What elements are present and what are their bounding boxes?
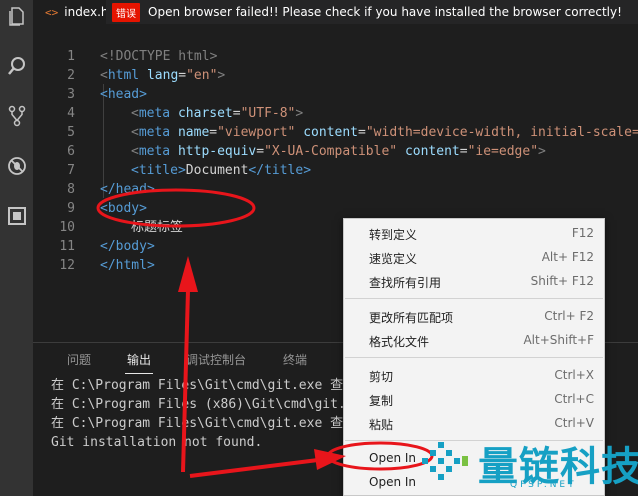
code-line: 6 <meta http-equiv="X-UA-Compatible" cont… — [67, 144, 546, 159]
tab-terminal[interactable]: 终端 — [283, 351, 307, 368]
debug-icon[interactable] — [0, 150, 33, 182]
output-line: 在 C:\Program Files\Git\cmd\git.exe 查 — [51, 378, 344, 393]
files-icon[interactable] — [0, 0, 33, 32]
menu-item-peek-definition[interactable]: 速览定义 Alt+ F12 — [344, 247, 604, 269]
code-line: 3 <head> — [67, 87, 147, 102]
activity-bar — [0, 0, 33, 496]
code-line: 5 <meta name="viewport" content="width=de… — [67, 125, 638, 140]
menu-separator — [345, 298, 603, 299]
code-line: 8 </head> — [67, 182, 155, 197]
code-line: 1 <!DOCTYPE html> — [67, 49, 218, 64]
menu-item-go-to-definition[interactable]: 转到定义 F12 — [344, 223, 604, 245]
code-line: 2 <html lang="en"> — [67, 68, 226, 83]
menu-item-change-all-occurrences[interactable]: 更改所有匹配项 Ctrl+ F2 — [344, 306, 604, 328]
error-message: Open browser failed!! Please check if yo… — [148, 5, 622, 19]
watermark-logo: 量链科技 QFSP.NET — [418, 434, 638, 496]
error-notification: 错误 Open browser failed!! Please check if… — [106, 0, 638, 24]
tab-debug-console[interactable]: 调试控制台 — [186, 351, 246, 368]
menu-separator — [345, 357, 603, 358]
output-line: 在 C:\Program Files (x86)\Git\cmd\git. — [51, 397, 346, 412]
menu-item-copy[interactable]: 复制 Ctrl+C — [344, 389, 604, 411]
code-line: 4 <meta charset="UTF-8"> — [67, 106, 304, 121]
html-file-icon: <> — [45, 5, 59, 19]
extensions-icon[interactable] — [0, 200, 33, 232]
code-line: 9 <body> — [67, 201, 147, 216]
tab-problems[interactable]: 问题 — [67, 351, 91, 368]
code-line: 10 标题标签 — [59, 220, 184, 235]
output-line: 在 C:\Program Files\Git\cmd\git.exe 查 — [51, 416, 344, 431]
menu-item-cut[interactable]: 剪切 Ctrl+X — [344, 365, 604, 387]
tab-output[interactable]: 输出 — [124, 351, 154, 374]
watermark-subtext: QFSP.NET — [510, 480, 577, 490]
menu-item-find-all-references[interactable]: 查找所有引用 Shift+ F12 — [344, 271, 604, 293]
error-badge: 错误 — [112, 2, 140, 22]
search-icon[interactable] — [0, 50, 33, 82]
menu-item-format-document[interactable]: 格式化文件 Alt+Shift+F — [344, 330, 604, 352]
menu-item-paste[interactable]: 粘贴 Ctrl+V — [344, 413, 604, 435]
source-control-icon[interactable] — [0, 100, 33, 132]
logo-icon — [422, 442, 468, 480]
output-line: Git installation not found. — [51, 435, 263, 450]
code-line: 7 <title>Document</title> — [67, 163, 312, 178]
